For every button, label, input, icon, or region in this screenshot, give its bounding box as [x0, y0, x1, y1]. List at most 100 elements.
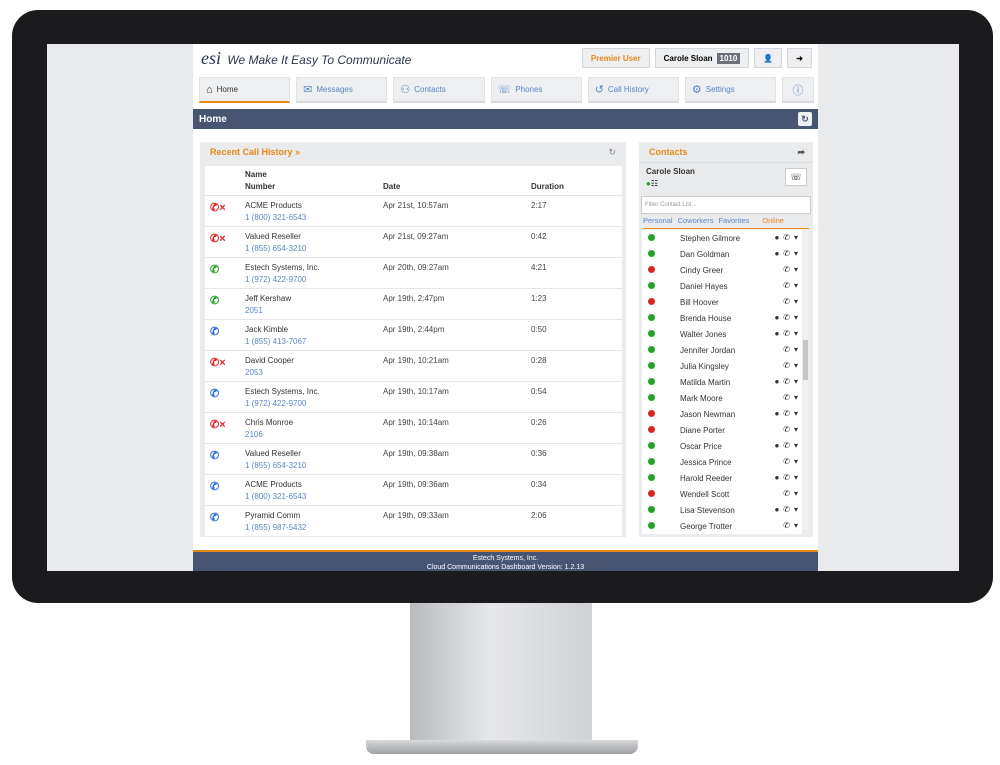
phone-icon[interactable]: ✆ — [783, 505, 790, 514]
tab-settings[interactable]: ⚙ Settings — [684, 77, 777, 103]
caller-number-link[interactable]: 1 (855) 654-3210 — [245, 244, 306, 253]
chevron-down-icon[interactable]: ▾ — [794, 377, 798, 386]
tab-phones[interactable]: ☏ Phones — [490, 77, 582, 103]
chevron-down-icon[interactable]: ▾ — [794, 297, 798, 306]
chat-icon[interactable]: ● — [774, 329, 779, 338]
phone-icon[interactable]: ✆ — [783, 361, 790, 370]
phone-icon[interactable]: ✆ — [783, 297, 790, 306]
refresh-icon[interactable]: ↻ — [608, 147, 616, 158]
tab-messages[interactable]: ✉ Messages — [296, 77, 388, 103]
contact-filter-input[interactable]: Filter Contact List... — [641, 196, 811, 214]
contact-row[interactable]: Walter Jones ● ✆ ▾ — [642, 326, 802, 342]
chevron-down-icon[interactable]: ▾ — [794, 505, 798, 514]
tab-contacts[interactable]: ⚇ Contacts — [393, 77, 485, 103]
caller-number-link[interactable]: 1 (855) 413-7067 — [245, 337, 306, 346]
phone-icon[interactable]: ✆ — [783, 377, 790, 386]
chevron-down-icon[interactable]: ▾ — [794, 473, 798, 482]
contact-list-scrollbar[interactable] — [803, 230, 808, 530]
contact-row[interactable]: Matilda Martin ● ✆ ▾ — [642, 374, 802, 390]
contact-row[interactable]: Brenda House ● ✆ ▾ — [642, 310, 802, 326]
caller-number-link[interactable]: 1 (855) 987-5432 — [245, 523, 306, 532]
scroll-thumb[interactable] — [803, 340, 808, 380]
chat-icon[interactable]: ● — [774, 409, 779, 418]
chevron-down-icon[interactable]: ▾ — [794, 313, 798, 322]
caller-number-link[interactable]: 1 (972) 422-9700 — [245, 399, 306, 408]
chevron-down-icon[interactable]: ▾ — [794, 393, 798, 402]
contact-row[interactable]: Jessica Prince ✆ ▾ — [642, 454, 802, 470]
contact-row[interactable]: Daniel Hayes ✆ ▾ — [642, 278, 802, 294]
table-row[interactable]: ✆ Estech Systems, Inc. 1 (972) 422-9700 Apr… — [205, 382, 622, 413]
chat-icon[interactable]: ● — [774, 249, 779, 258]
chevron-down-icon[interactable]: ▾ — [794, 457, 798, 466]
table-row[interactable]: ✆× David Cooper 2053 Apr 19th, 10:21am 0:28 — [205, 351, 622, 382]
logout-button[interactable]: ➜ — [787, 48, 812, 68]
chevron-down-icon[interactable]: ▾ — [794, 361, 798, 370]
contact-row[interactable]: Jason Newman ● ✆ ▾ — [642, 406, 802, 422]
caller-number-link[interactable]: 2106 — [245, 430, 263, 439]
table-row[interactable]: ✆× ACME Products 1 (800) 321-6543 Apr 21st,… — [205, 196, 622, 227]
contact-row[interactable]: Cindy Greer ✆ ▾ — [642, 262, 802, 278]
phone-icon[interactable]: ✆ — [783, 313, 790, 322]
table-row[interactable]: ✆× Chris Monroe 2106 Apr 19th, 10:14am 0:26 — [205, 413, 622, 444]
chevron-down-icon[interactable]: ▾ — [794, 345, 798, 354]
contact-row[interactable]: Harold Reeder ● ✆ ▾ — [642, 470, 802, 486]
chevron-down-icon[interactable]: ▾ — [794, 265, 798, 274]
chat-icon[interactable]: ● — [774, 473, 779, 482]
chevron-down-icon[interactable]: ▾ — [794, 521, 798, 530]
contact-row[interactable]: Julia Kingsley ✆ ▾ — [642, 358, 802, 374]
table-row[interactable]: ✆ Estech Systems, Inc. 1 (972) 422-9700 Apr… — [205, 258, 622, 289]
chat-icon[interactable]: ● — [774, 441, 779, 450]
help-button[interactable]: ⓘ — [782, 77, 815, 103]
premier-user-badge[interactable]: Premier User — [581, 48, 650, 68]
phone-icon[interactable]: ✆ — [783, 329, 790, 338]
phone-icon[interactable]: ✆ — [783, 489, 790, 498]
phone-icon[interactable]: ✆ — [783, 345, 790, 354]
tab-favorites[interactable]: Favorites — [718, 216, 749, 228]
contact-row[interactable]: Dan Goldman ● ✆ ▾ — [642, 246, 802, 262]
share-icon[interactable]: ➦ — [797, 147, 805, 158]
contact-row[interactable]: Stephen Gilmore ● ✆ ▾ — [642, 230, 802, 246]
user-menu-button[interactable]: Carole Sloan 1010 — [654, 48, 750, 68]
tab-call-history[interactable]: ↺ Call History — [587, 77, 679, 103]
tab-personal[interactable]: Personal — [643, 216, 673, 228]
chat-icon[interactable]: ● — [774, 233, 779, 242]
table-row[interactable]: ✆ Jack Kimble 1 (855) 413-7067 Apr 19th, 2:… — [205, 320, 622, 351]
phone-icon[interactable]: ✆ — [783, 233, 790, 242]
caller-number-link[interactable]: 1 (855) 654-3210 — [245, 461, 306, 470]
caller-number-link[interactable]: 1 (800) 321-6543 — [245, 492, 306, 501]
phone-icon[interactable]: ✆ — [783, 473, 790, 482]
call-button[interactable]: ☏ — [785, 168, 807, 186]
profile-button[interactable]: 👤 — [754, 48, 783, 68]
chevron-down-icon[interactable]: ▾ — [794, 441, 798, 450]
phone-icon[interactable]: ✆ — [783, 425, 790, 434]
contact-row[interactable]: George Trotter ✆ ▾ — [642, 518, 802, 534]
table-row[interactable]: ✆× Valued Reseller 1 (855) 654-3210 Apr 21s… — [205, 227, 622, 258]
contact-row[interactable]: Mark Moore ✆ ▾ — [642, 390, 802, 406]
recent-call-history-link[interactable]: Recent Call History » — [210, 147, 300, 157]
phone-icon[interactable]: ✆ — [783, 249, 790, 258]
chevron-down-icon[interactable]: ▾ — [794, 425, 798, 434]
tab-online[interactable]: Online — [762, 216, 784, 228]
chevron-down-icon[interactable]: ▾ — [794, 233, 798, 242]
phone-icon[interactable]: ✆ — [783, 521, 790, 530]
chat-icon[interactable]: ● — [774, 377, 779, 386]
phone-icon[interactable]: ✆ — [783, 281, 790, 290]
page-refresh-button[interactable]: ↻ — [798, 112, 812, 126]
phone-icon[interactable]: ✆ — [783, 265, 790, 274]
table-row[interactable]: ✆ ACME Products 1 (800) 321-6543 Apr 19th, … — [205, 475, 622, 506]
chevron-down-icon[interactable]: ▾ — [794, 249, 798, 258]
phone-icon[interactable]: ✆ — [783, 441, 790, 450]
contact-row[interactable]: Diane Porter ✆ ▾ — [642, 422, 802, 438]
contact-row[interactable]: Wendell Scott ✆ ▾ — [642, 486, 802, 502]
contact-row[interactable]: Jennifer Jordan ✆ ▾ — [642, 342, 802, 358]
chat-icon[interactable]: ● — [774, 505, 779, 514]
caller-number-link[interactable]: 1 (972) 422-9700 — [245, 275, 306, 284]
caller-number-link[interactable]: 2051 — [245, 306, 263, 315]
contact-row[interactable]: Bill Hoover ✆ ▾ — [642, 294, 802, 310]
tab-home[interactable]: ⌂ Home — [199, 77, 291, 103]
chevron-down-icon[interactable]: ▾ — [794, 489, 798, 498]
table-row[interactable]: ✆ Jeff Kershaw 2051 Apr 19th, 2:47pm 1:23 — [205, 289, 622, 320]
contact-row[interactable]: Lisa Stevenson ● ✆ ▾ — [642, 502, 802, 518]
contact-row[interactable]: Oscar Price ● ✆ ▾ — [642, 438, 802, 454]
chevron-down-icon[interactable]: ▾ — [794, 281, 798, 290]
